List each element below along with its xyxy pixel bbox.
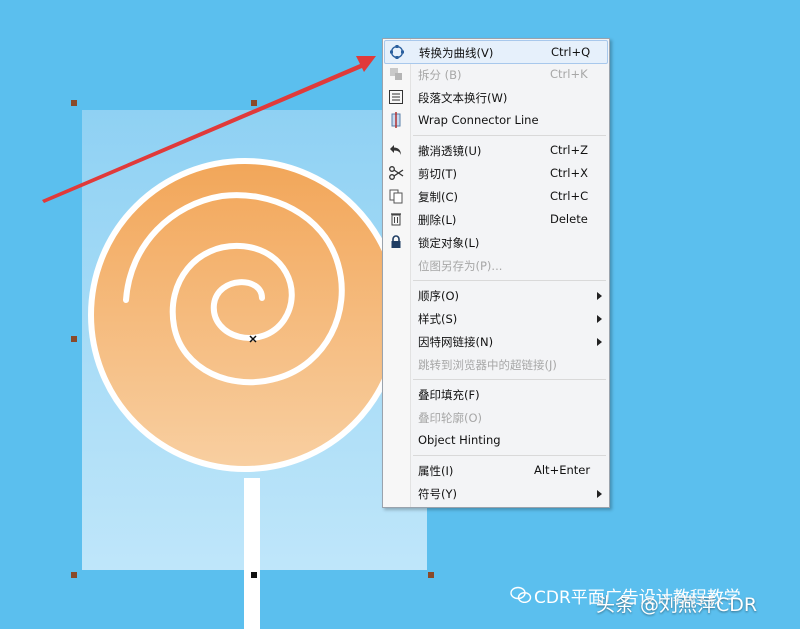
menu-item-cut[interactable]: 剪切(T) Ctrl+X — [384, 162, 608, 184]
menu-item-shortcut: Ctrl+Z — [550, 143, 588, 157]
menu-item-convert-to-curves[interactable]: 转换为曲线(V) Ctrl+Q — [384, 40, 608, 64]
menu-item-paragraph-text-wrap[interactable]: 段落文本换行(W) — [384, 86, 608, 108]
menu-item-label: 撤消透镜(U) — [418, 144, 482, 158]
menu-item-overprint-fill[interactable]: 叠印填充(F) — [384, 383, 608, 405]
menu-separator — [413, 135, 606, 136]
trash-icon — [387, 211, 405, 227]
lollipop-stick — [244, 478, 260, 629]
menu-item-object-hinting[interactable]: Object Hinting — [384, 429, 608, 451]
menu-item-internet-link[interactable]: 因特网链接(N) — [384, 330, 608, 352]
menu-item-label: 转换为曲线(V) — [419, 46, 494, 60]
wrap-connector-icon — [387, 112, 405, 128]
break-apart-icon — [387, 66, 405, 82]
menu-item-shortcut: Delete — [550, 212, 588, 226]
handle-middle-left[interactable] — [71, 336, 77, 342]
undo-icon — [387, 142, 405, 158]
menu-separator — [413, 379, 606, 380]
menu-item-lock-object[interactable]: 锁定对象(L) — [384, 231, 608, 253]
scissors-icon — [387, 165, 405, 181]
handle-top-left[interactable] — [71, 100, 77, 106]
menu-item-undo-lens[interactable]: 撤消透镜(U) Ctrl+Z — [384, 139, 608, 161]
menu-item-shortcut: Ctrl+C — [550, 189, 589, 203]
menu-item-wrap-connector-line[interactable]: Wrap Connector Line — [384, 109, 608, 131]
lock-icon — [387, 234, 405, 250]
menu-item-overprint-outline[interactable]: 叠印轮廓(O) — [384, 406, 608, 428]
menu-item-label: 复制(C) — [418, 190, 459, 204]
menu-item-label: Object Hinting — [418, 433, 501, 447]
menu-item-shortcut: Ctrl+K — [550, 67, 588, 81]
context-menu: 转换为曲线(V) Ctrl+Q 拆分 (B) Ctrl+K 段落文本换行(W) … — [382, 38, 610, 508]
wrap-text-icon — [387, 89, 405, 105]
convert-to-curves-icon — [388, 44, 406, 60]
watermark-credit: 头条 @刘燕萍CDR — [596, 594, 758, 616]
copy-icon — [387, 188, 405, 204]
menu-item-label: Wrap Connector Line — [418, 113, 539, 127]
menu-item-label: 因特网链接(N) — [418, 335, 494, 349]
menu-item-shortcut: Alt+Enter — [534, 463, 591, 477]
menu-item-label: 样式(S) — [418, 312, 458, 326]
submenu-arrow-icon — [597, 292, 602, 300]
menu-item-label: 位图另存为(P)... — [418, 259, 503, 273]
menu-item-shortcut: Ctrl+Q — [551, 45, 591, 59]
wechat-logo-icon — [510, 586, 532, 604]
handle-bottom-right[interactable] — [428, 572, 434, 578]
menu-item-shortcut: Ctrl+X — [550, 166, 588, 180]
menu-item-label: 叠印填充(F) — [418, 388, 480, 402]
menu-item-copy[interactable]: 复制(C) Ctrl+C — [384, 185, 608, 207]
menu-item-label: 删除(L) — [418, 213, 457, 227]
menu-item-label: 属性(I) — [418, 464, 454, 478]
menu-item-label: 段落文本换行(W) — [418, 91, 508, 105]
menu-item-break-apart[interactable]: 拆分 (B) Ctrl+K — [384, 63, 608, 85]
menu-item-label: 叠印轮廓(O) — [418, 411, 483, 425]
menu-item-styles[interactable]: 样式(S) — [384, 307, 608, 329]
menu-item-properties[interactable]: 属性(I) Alt+Enter — [384, 459, 608, 481]
menu-item-label: 符号(Y) — [418, 487, 457, 501]
menu-item-delete[interactable]: 删除(L) Delete — [384, 208, 608, 230]
handle-bottom-middle[interactable] — [251, 572, 257, 578]
menu-separator — [413, 455, 606, 456]
menu-separator — [413, 280, 606, 281]
menu-item-label: 跳转到浏览器中的超链接(J) — [418, 358, 557, 372]
menu-item-symbol[interactable]: 符号(Y) — [384, 482, 608, 504]
menu-item-label: 拆分 (B) — [418, 68, 462, 82]
submenu-arrow-icon — [597, 490, 602, 498]
menu-item-save-bitmap-as[interactable]: 位图另存为(P)... — [384, 254, 608, 276]
menu-item-jump-to-hyperlink[interactable]: 跳转到浏览器中的超链接(J) — [384, 353, 608, 375]
menu-item-label: 锁定对象(L) — [418, 236, 480, 250]
submenu-arrow-icon — [597, 315, 602, 323]
menu-item-label: 剪切(T) — [418, 167, 457, 181]
handle-bottom-left[interactable] — [71, 572, 77, 578]
handle-top-middle[interactable] — [251, 100, 257, 106]
menu-item-order[interactable]: 顺序(O) — [384, 284, 608, 306]
lollipop-candy — [88, 158, 402, 472]
menu-item-label: 顺序(O) — [418, 289, 460, 303]
submenu-arrow-icon — [597, 338, 602, 346]
